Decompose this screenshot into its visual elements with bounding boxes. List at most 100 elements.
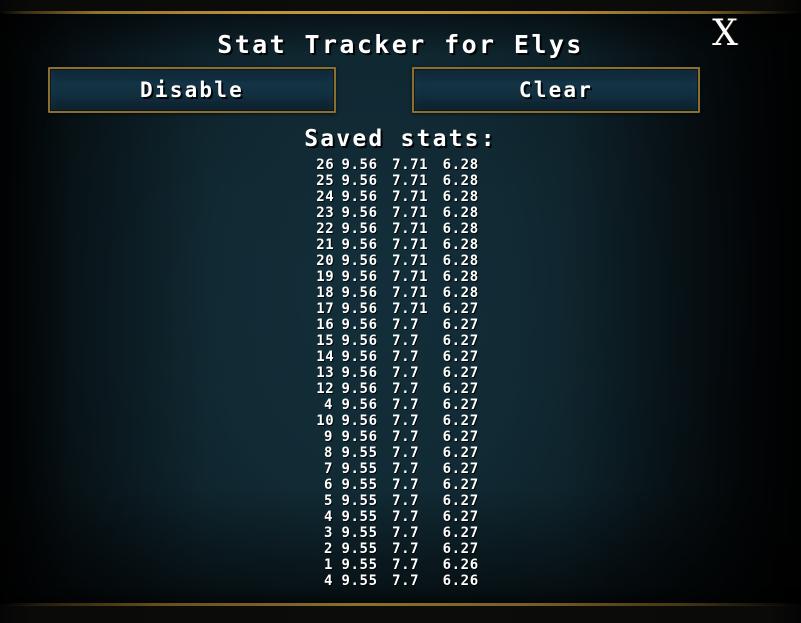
stat-row-value-3: 6.27 — [442, 525, 479, 541]
stat-row: 10 9.56 7.7 6.27 — [0, 413, 801, 429]
stat-row-value-2: 7.7 — [392, 381, 420, 397]
stat-row-value-3: 6.28 — [442, 285, 479, 301]
stat-row-index: 2 — [324, 541, 334, 557]
stat-row-index: 10 — [316, 413, 335, 429]
stat-row-index: 7 — [324, 461, 334, 477]
stat-row-value-2: 7.71 — [392, 253, 429, 269]
stat-row-value-2: 7.71 — [392, 221, 429, 237]
stat-row-value-2: 7.71 — [392, 285, 429, 301]
stat-row-value-2: 7.7 — [392, 461, 420, 477]
stat-row-value-2: 7.7 — [392, 349, 420, 365]
stat-row: 9 9.56 7.7 6.27 — [0, 429, 801, 445]
stat-row-value-3: 6.27 — [442, 381, 479, 397]
stat-row-value-2: 7.7 — [392, 541, 420, 557]
stat-row-value-1: 9.56 — [341, 317, 378, 333]
stat-row-index: 20 — [316, 253, 335, 269]
stat-row: 15 9.56 7.7 6.27 — [0, 333, 801, 349]
stat-row: 1 9.55 7.7 6.26 — [0, 557, 801, 573]
stat-row-value-3: 6.27 — [442, 349, 479, 365]
stat-row-value-2: 7.7 — [392, 397, 420, 413]
stat-row-value-1: 9.56 — [341, 189, 378, 205]
stat-row-value-1: 9.56 — [341, 237, 378, 253]
stat-row-index: 5 — [324, 493, 334, 509]
stat-row-value-2: 7.7 — [392, 413, 420, 429]
stat-row-value-1: 9.55 — [341, 509, 378, 525]
stat-row-value-1: 9.56 — [341, 221, 378, 237]
stat-row-value-2: 7.7 — [392, 557, 420, 573]
close-button[interactable]: X — [705, 12, 745, 56]
stat-row-value-2: 7.71 — [392, 301, 429, 317]
stat-row: 19 9.56 7.71 6.28 — [0, 269, 801, 285]
stat-row-value-3: 6.27 — [442, 317, 479, 333]
stat-row: 23 9.56 7.71 6.28 — [0, 205, 801, 221]
saved-stats-list: 26 9.56 7.71 6.28 25 9.56 7.71 6.28 24 9.56 7.71 6.… — [0, 157, 801, 589]
stat-row-value-3: 6.28 — [442, 189, 479, 205]
stat-row-value-2: 7.7 — [392, 445, 420, 461]
stat-row-value-1: 9.56 — [341, 333, 378, 349]
stat-row-value-3: 6.27 — [442, 461, 479, 477]
stat-row-value-1: 9.55 — [341, 493, 378, 509]
stat-row-value-3: 6.27 — [442, 541, 479, 557]
stat-row: 20 9.56 7.71 6.28 — [0, 253, 801, 269]
stat-row-index: 4 — [324, 573, 334, 589]
stat-row-value-1: 9.56 — [341, 301, 378, 317]
stat-row-index: 25 — [316, 173, 335, 189]
stat-row-value-1: 9.55 — [341, 541, 378, 557]
stat-row: 4 9.56 7.7 6.27 — [0, 397, 801, 413]
stat-row-index: 23 — [316, 205, 335, 221]
stat-row: 25 9.56 7.71 6.28 — [0, 173, 801, 189]
stat-row-value-1: 9.55 — [341, 557, 378, 573]
stat-row-value-1: 9.55 — [341, 573, 378, 589]
stat-row-value-3: 6.27 — [442, 477, 479, 493]
stat-row-index: 4 — [324, 397, 334, 413]
stat-row: 4 9.55 7.7 6.27 — [0, 509, 801, 525]
clear-button[interactable]: Clear — [412, 67, 700, 113]
stat-row: 6 9.55 7.7 6.27 — [0, 477, 801, 493]
stat-row-value-2: 7.71 — [392, 269, 429, 285]
stat-row-value-3: 6.28 — [442, 253, 479, 269]
stat-row-value-2: 7.71 — [392, 157, 429, 173]
stat-row-value-1: 9.55 — [341, 461, 378, 477]
stat-row-index: 14 — [316, 349, 335, 365]
stat-row-index: 9 — [324, 429, 334, 445]
stat-row-value-1: 9.56 — [341, 381, 378, 397]
stat-row-index: 12 — [316, 381, 335, 397]
stat-row-value-3: 6.27 — [442, 365, 479, 381]
stat-row-index: 1 — [324, 557, 334, 573]
stat-row: 5 9.55 7.7 6.27 — [0, 493, 801, 509]
stat-row-index: 17 — [316, 301, 335, 317]
stat-row-index: 24 — [316, 189, 335, 205]
stat-row-value-3: 6.28 — [442, 157, 479, 173]
stat-row-value-3: 6.27 — [442, 429, 479, 445]
stat-row-value-1: 9.56 — [341, 349, 378, 365]
stat-row-value-3: 6.26 — [442, 557, 479, 573]
stat-row-value-2: 7.7 — [392, 493, 420, 509]
stat-row-index: 8 — [324, 445, 334, 461]
stat-row: 3 9.55 7.7 6.27 — [0, 525, 801, 541]
stat-row-value-1: 9.56 — [341, 285, 378, 301]
disable-button-label: Disable — [140, 78, 244, 102]
stat-row-value-2: 7.71 — [392, 189, 429, 205]
clear-button-label: Clear — [518, 78, 594, 102]
stat-row-index: 4 — [324, 509, 334, 525]
stat-row-value-1: 9.56 — [341, 205, 378, 221]
stat-row-value-2: 7.7 — [392, 477, 420, 493]
stat-row: 24 9.56 7.71 6.28 — [0, 189, 801, 205]
stat-row: 21 9.56 7.71 6.28 — [0, 237, 801, 253]
stat-row-value-1: 9.56 — [341, 269, 378, 285]
stat-row: 14 9.56 7.7 6.27 — [0, 349, 801, 365]
stat-row-value-1: 9.56 — [341, 157, 378, 173]
stat-row-value-2: 7.7 — [392, 365, 420, 381]
saved-stats-heading: Saved stats: — [304, 126, 497, 152]
stat-tracker-window: X Stat Tracker for Elys Disable Clear Sa… — [0, 0, 801, 623]
stat-row-value-1: 9.56 — [341, 413, 378, 429]
stat-row-value-1: 9.56 — [341, 173, 378, 189]
stat-row-index: 19 — [316, 269, 335, 285]
stat-row-index: 16 — [316, 317, 335, 333]
stat-row-value-1: 9.56 — [341, 253, 378, 269]
stat-row-value-2: 7.7 — [392, 333, 420, 349]
stat-row-value-3: 6.27 — [442, 509, 479, 525]
stat-row-index: 15 — [316, 333, 335, 349]
stat-row-value-1: 9.56 — [341, 397, 378, 413]
disable-button[interactable]: Disable — [48, 67, 336, 113]
